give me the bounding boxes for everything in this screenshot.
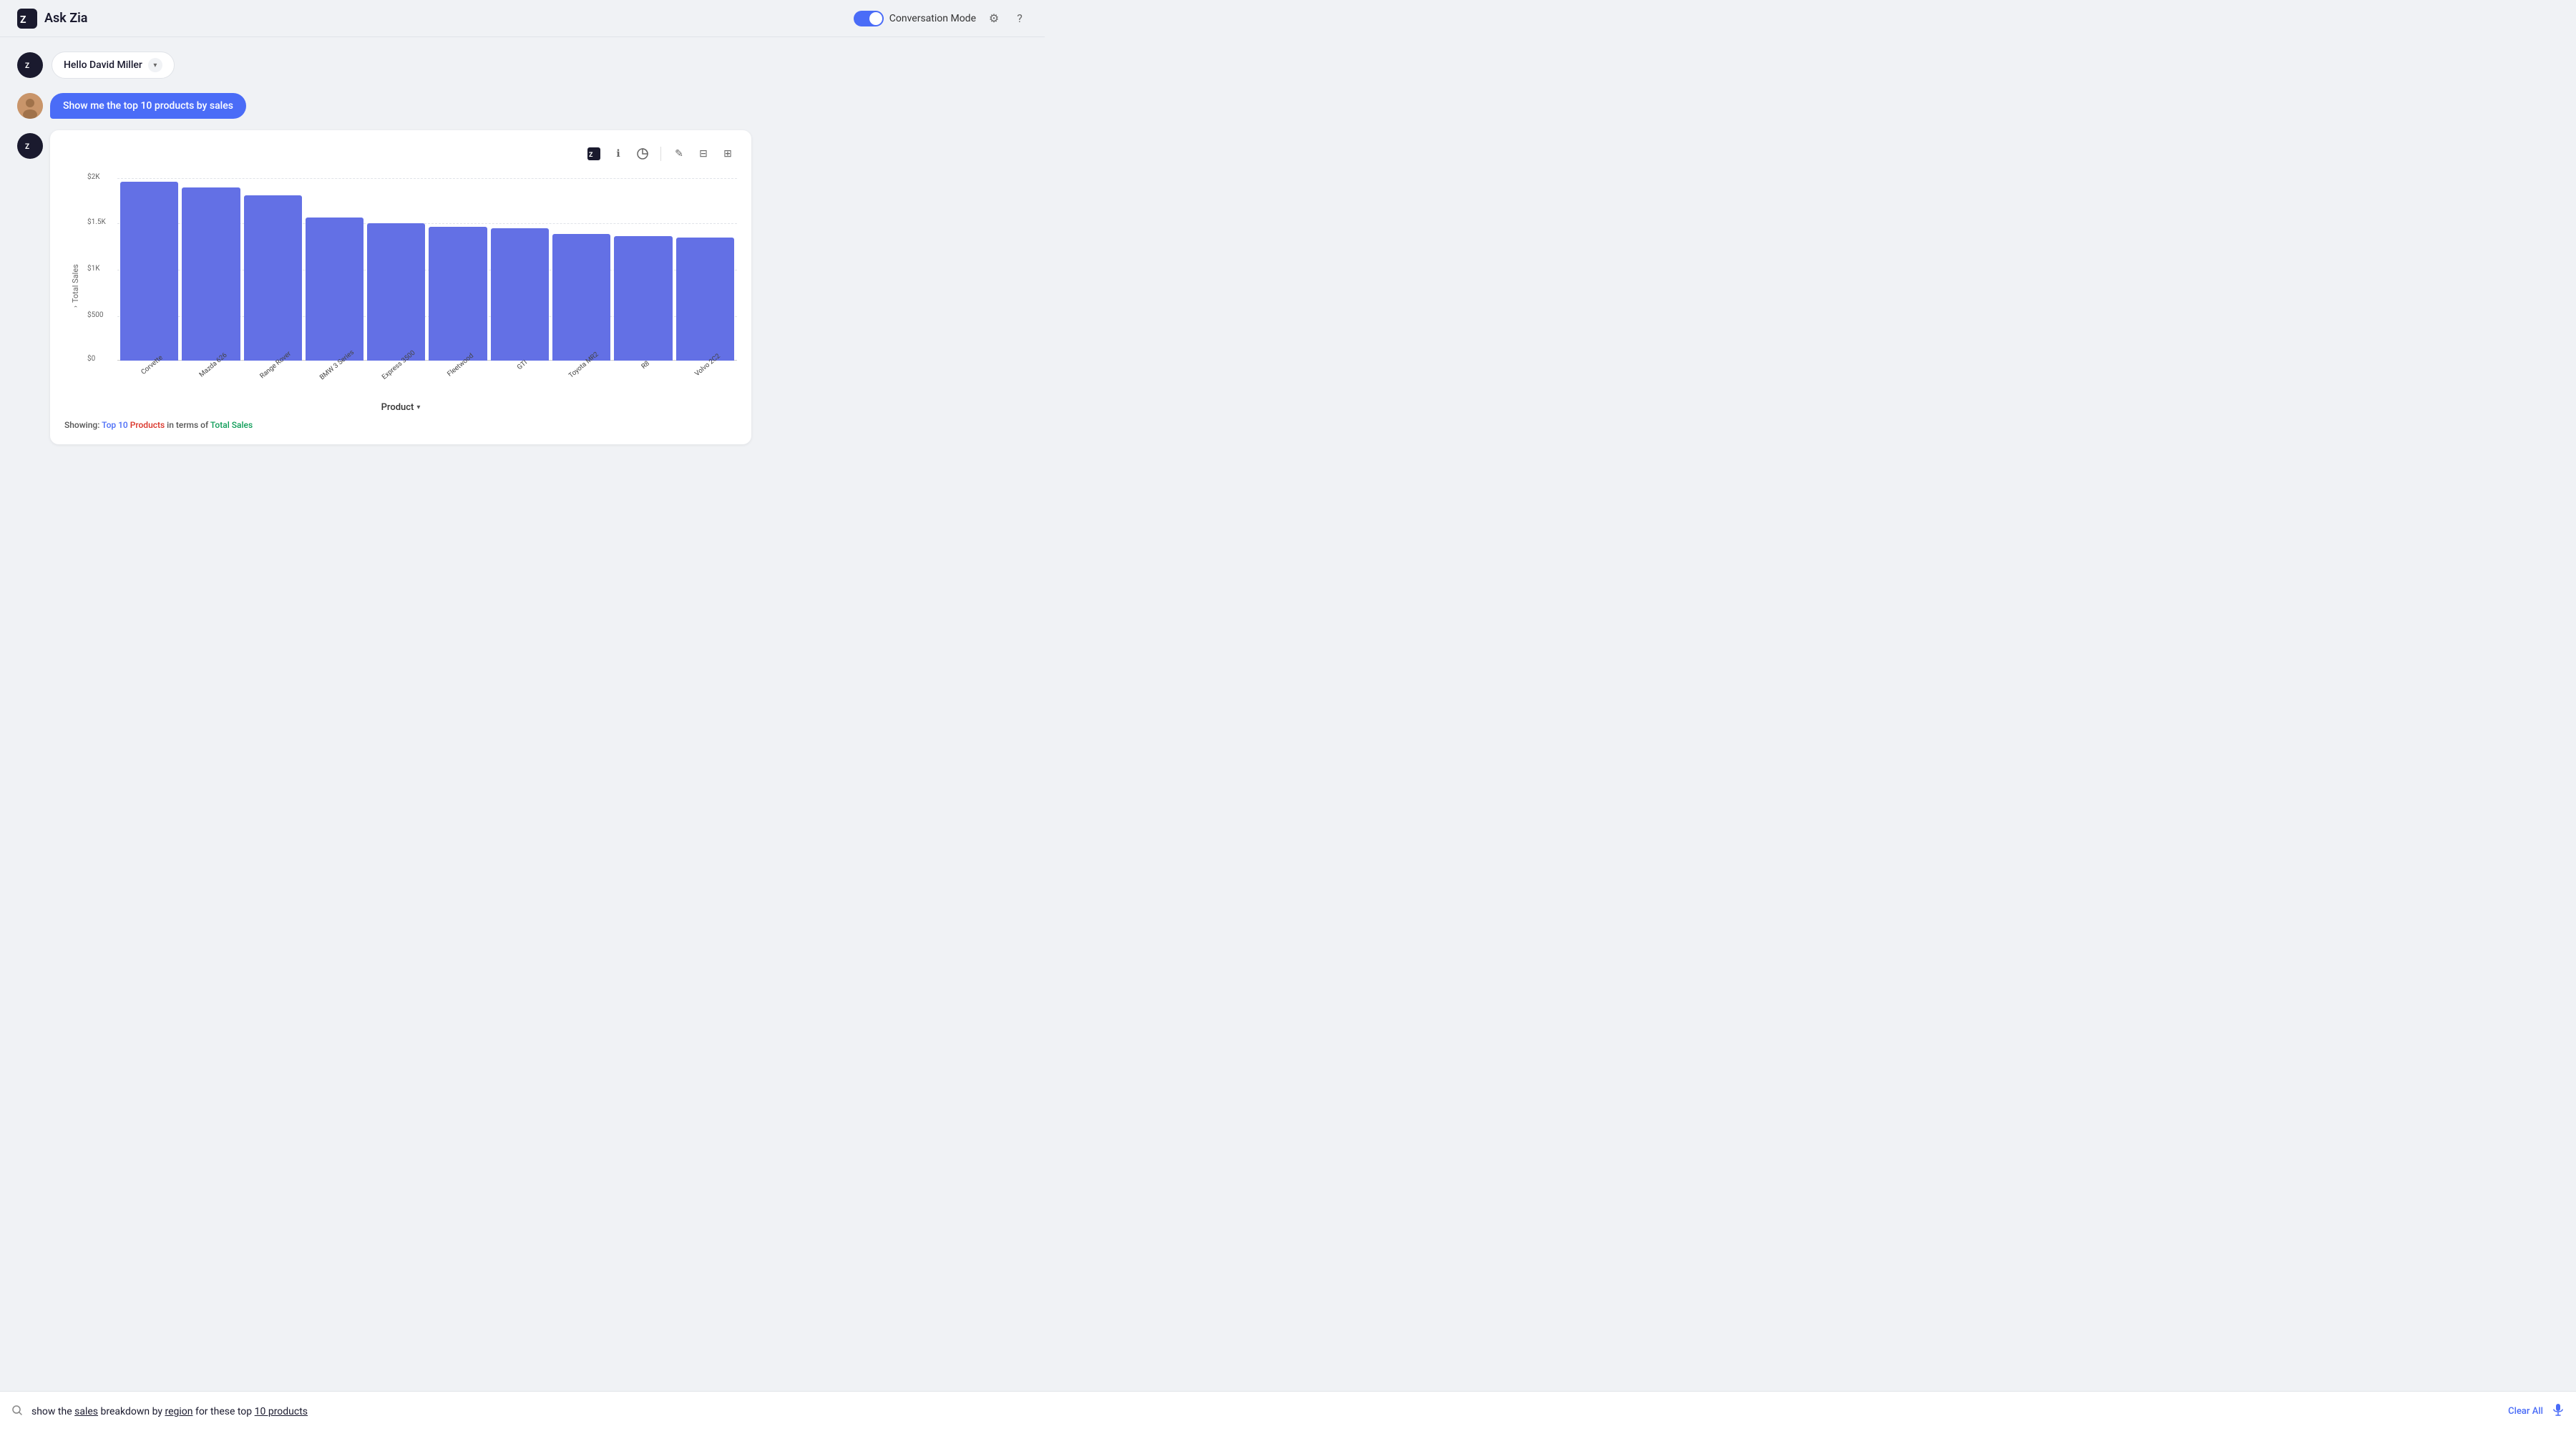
bars-container bbox=[117, 175, 737, 361]
bar-r8-fill bbox=[614, 236, 672, 361]
zia-avatar: Z bbox=[17, 52, 43, 78]
clear-all-button[interactable]: Clear All bbox=[2508, 1406, 2543, 1417]
x-label-r8: R8 bbox=[640, 359, 652, 371]
header-left: Z Ask Zia bbox=[17, 9, 87, 29]
svg-text:Z: Z bbox=[25, 62, 29, 70]
input-text-sales: sales bbox=[74, 1406, 98, 1417]
input-text-part1: show the bbox=[31, 1406, 74, 1417]
grid-area: $2K $1.5K $1K $500 bbox=[117, 175, 737, 361]
chart-grid-icon[interactable]: ⊞ bbox=[718, 145, 737, 163]
user-message-bubble: Show me the top 10 products by sales bbox=[50, 93, 246, 119]
svg-text:Z: Z bbox=[589, 152, 593, 159]
bar-mazda626 bbox=[182, 175, 240, 361]
main-content: Z Hello David Miller ▾ Show me the top 1… bbox=[0, 37, 1045, 532]
bar-fleetwood-fill bbox=[429, 227, 487, 361]
x-label-gti-wrapper: GTI bbox=[491, 359, 549, 396]
user-message-text: Show me the top 10 products by sales bbox=[63, 100, 233, 112]
x-label-bmw3-wrapper: BMW 3 Series bbox=[306, 359, 364, 396]
bar-express3500 bbox=[367, 175, 425, 361]
input-text-part2: breakdown by bbox=[98, 1406, 165, 1417]
bar-gti-fill bbox=[491, 228, 549, 361]
greeting-row: Z Hello David Miller ▾ bbox=[17, 52, 1028, 79]
user-message-row: Show me the top 10 products by sales bbox=[17, 93, 1028, 119]
greeting-chevron-icon[interactable]: ▾ bbox=[148, 58, 162, 72]
x-axis-title: Product bbox=[381, 402, 414, 413]
zia-response-avatar: Z bbox=[17, 133, 43, 159]
chart-toolbar: Z ℹ ✎ ⊟ ⊞ bbox=[64, 145, 737, 163]
bar-r8 bbox=[614, 175, 672, 361]
showing-top10: Top 10 bbox=[102, 420, 128, 430]
grid-label-1k: $1K bbox=[87, 265, 100, 273]
bar-toyotamr2 bbox=[552, 175, 610, 361]
bar-volvo2c2-fill bbox=[676, 238, 734, 361]
chart-card: Z ℹ ✎ ⊟ ⊞ bbox=[50, 130, 751, 444]
grid-label-500: $500 bbox=[87, 311, 103, 319]
app-title: Ask Zia bbox=[44, 11, 87, 26]
input-text-10products: 10 products bbox=[255, 1406, 308, 1417]
bar-express3500-fill bbox=[367, 223, 425, 361]
bar-range-rover-fill bbox=[244, 195, 302, 361]
x-axis-title-row[interactable]: Product ▾ bbox=[64, 402, 737, 413]
chart-info-icon[interactable]: ℹ bbox=[609, 145, 628, 163]
y-axis-label: › Total Sales bbox=[71, 264, 80, 308]
search-input-display[interactable]: show the sales breakdown by region for t… bbox=[31, 1406, 2499, 1417]
showing-text: Showing: Top 10 Products in terms of Tot… bbox=[64, 420, 737, 430]
greeting-text: Hello David Miller bbox=[64, 59, 142, 71]
chart-zia-icon[interactable]: Z bbox=[585, 145, 603, 163]
settings-icon[interactable]: ⚙ bbox=[986, 11, 1002, 26]
conversation-mode-label: Conversation Mode bbox=[889, 13, 976, 24]
bar-volvo2c2 bbox=[676, 175, 734, 361]
showing-middle: in terms of bbox=[167, 420, 210, 430]
input-text-part3: for these top bbox=[192, 1406, 254, 1417]
bar-bmw3-fill bbox=[306, 218, 364, 361]
bar-bmw3 bbox=[306, 175, 364, 361]
showing-prefix: Showing: bbox=[64, 420, 99, 430]
chart-card-wrapper: Z Z ℹ ✎ bbox=[17, 130, 1028, 444]
bar-corvette bbox=[120, 175, 178, 361]
user-avatar bbox=[17, 93, 43, 119]
header: Z Ask Zia Conversation Mode ⚙ ? bbox=[0, 0, 1045, 37]
x-label-fleetwood-wrapper: Fleetwood bbox=[429, 359, 487, 396]
bottom-input-bar: show the sales breakdown by region for t… bbox=[0, 1391, 2576, 1431]
bar-fleetwood bbox=[429, 175, 487, 361]
zia-logo-icon: Z bbox=[17, 9, 37, 29]
bar-mazda626-fill bbox=[182, 187, 240, 361]
x-label-r8-wrapper: R8 bbox=[614, 359, 672, 396]
showing-total-sales: Total Sales bbox=[210, 420, 253, 430]
x-label-express3500-wrapper: Express 3500 bbox=[367, 359, 425, 396]
bar-corvette-fill bbox=[120, 182, 178, 361]
microphone-icon[interactable] bbox=[2552, 1403, 2565, 1420]
grid-label-0: $0 bbox=[87, 355, 95, 363]
x-axis-chevron-icon: ▾ bbox=[416, 404, 420, 411]
chart-area: $2K $1.5K $1K $500 bbox=[86, 175, 737, 396]
showing-products: Products bbox=[130, 420, 165, 430]
header-right: Conversation Mode ⚙ ? bbox=[854, 11, 1028, 26]
x-label-toyotamr2-wrapper: Toyota MR2 bbox=[552, 359, 610, 396]
input-text-region: region bbox=[165, 1406, 192, 1417]
grid-label-2k: $2K bbox=[87, 173, 100, 181]
svg-text:Z: Z bbox=[20, 14, 26, 26]
bar-range-rover bbox=[244, 175, 302, 361]
bar-gti bbox=[491, 175, 549, 361]
x-axis-labels: Corvette Mazda 626 Range Rover BMW 3 Ser… bbox=[117, 359, 737, 396]
search-icon bbox=[11, 1405, 23, 1419]
chart-edit-icon[interactable]: ✎ bbox=[670, 145, 688, 163]
chart-type-icon[interactable] bbox=[633, 145, 652, 163]
conversation-mode-toggle[interactable] bbox=[854, 11, 884, 26]
svg-text:Z: Z bbox=[25, 143, 29, 151]
x-label-range-rover-wrapper: Range Rover bbox=[244, 359, 302, 396]
greeting-bubble[interactable]: Hello David Miller ▾ bbox=[52, 52, 175, 79]
x-label-gti: GTI bbox=[516, 358, 529, 371]
conversation-mode-toggle-container: Conversation Mode bbox=[854, 11, 976, 26]
x-label-volvo2c2-wrapper: Volvo 2C2 bbox=[676, 359, 734, 396]
bar-toyotamr2-fill bbox=[552, 234, 610, 361]
grid-label-1-5k: $1.5K bbox=[87, 218, 106, 226]
x-label-mazda626-wrapper: Mazda 626 bbox=[182, 359, 240, 396]
toolbar-divider bbox=[660, 147, 661, 161]
x-label-corvette-wrapper: Corvette bbox=[120, 359, 178, 396]
help-icon[interactable]: ? bbox=[1012, 11, 1028, 26]
chart-save-icon[interactable]: ⊟ bbox=[694, 145, 713, 163]
